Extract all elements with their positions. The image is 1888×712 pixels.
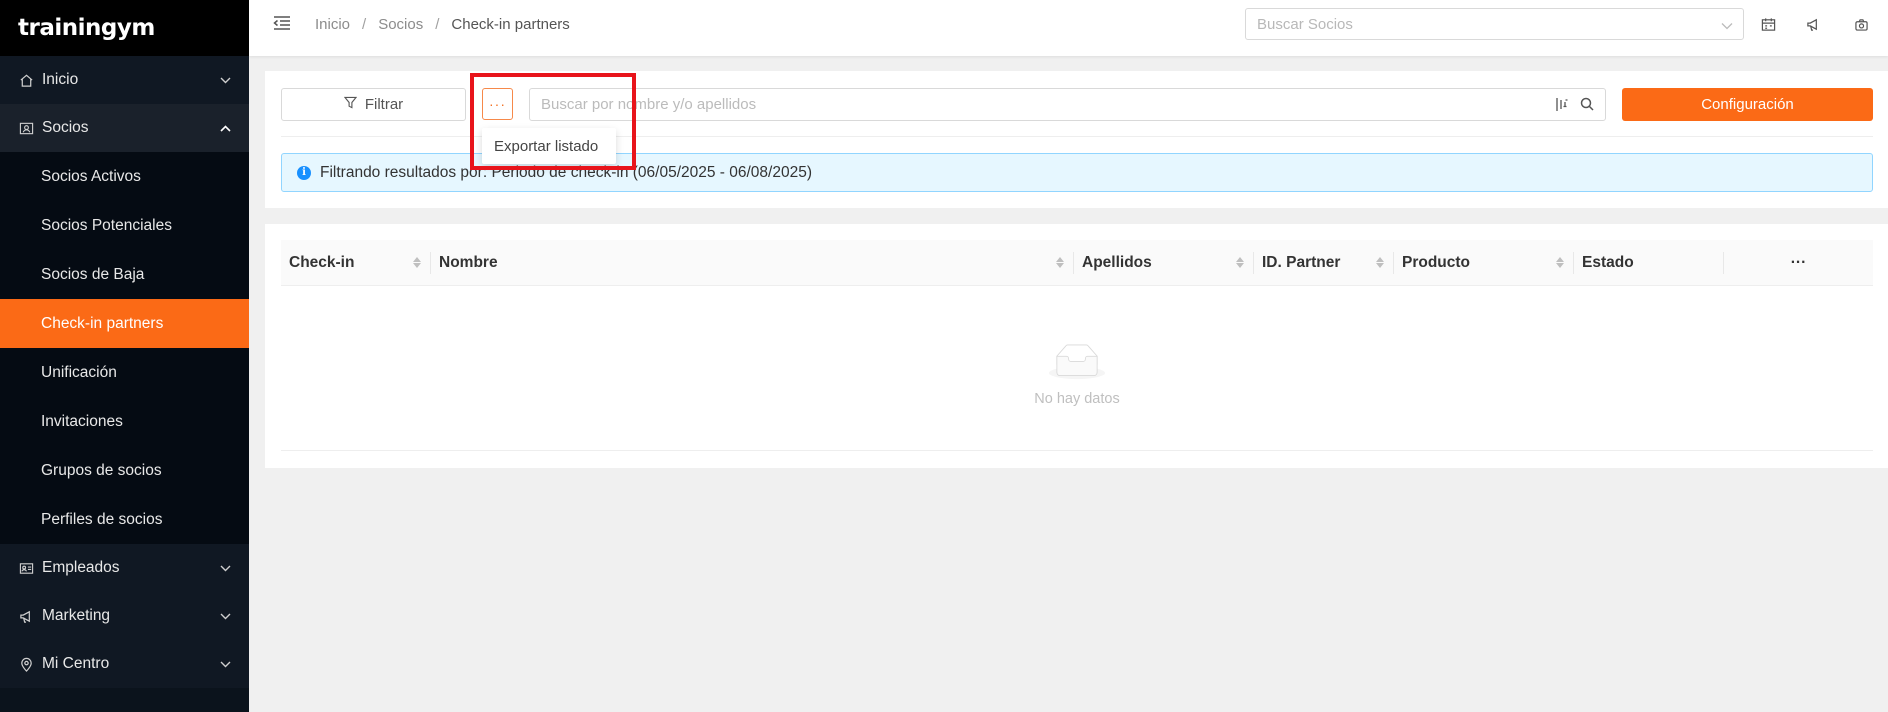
top-bar: Inicio / Socios / Check-in partners Busc… [249,0,1888,56]
sidebar-item-marketing[interactable]: Marketing [0,592,249,640]
column-header-estado: Estado [1574,240,1724,286]
sidebar-item-inicio[interactable]: Inicio [0,56,249,104]
sidebar-item-label: Inicio [42,71,79,88]
search-icon[interactable] [1580,97,1594,115]
empty-state-text: No hay datos [1034,391,1120,407]
breadcrumb-current: Check-in partners [451,16,570,33]
chevron-down-icon [220,607,231,625]
user-avatar-icon[interactable] [1852,15,1870,33]
member-card-icon [18,120,34,136]
sidebar-item-label: Empleados [42,559,120,576]
sidebar-item-grupos-de-socios[interactable]: Grupos de socios [0,446,249,495]
column-header-apellidos[interactable]: Apellidos [1074,240,1254,286]
empty-state: No hay datos [281,286,1873,451]
sidebar-item-perfiles-de-socios[interactable]: Perfiles de socios [0,495,249,544]
highlight-box [470,73,636,170]
sidebar-item-empleados[interactable]: Empleados [0,544,249,592]
sidebar-item-label: Grupos de socios [41,461,162,479]
sidebar-item-label: Socios de Baja [41,265,145,283]
sort-icon [1556,257,1564,268]
chevron-down-icon [220,655,231,673]
menu-fold-icon[interactable] [273,15,293,35]
breadcrumb-separator: / [362,16,367,33]
sidebar-item-label: Socios Potenciales [41,216,172,234]
member-search-select[interactable]: Buscar Socios [1245,8,1744,40]
sidebar-item-socios-activos[interactable]: Socios Activos [0,152,249,201]
sidebar-item-socios-potenciales[interactable]: Socios Potenciales [0,201,249,250]
member-search-placeholder: Buscar Socios [1257,15,1353,33]
filter-button[interactable]: Filtrar [281,88,466,121]
column-header-label: ID. Partner [1262,254,1341,271]
socios-submenu: Socios Activos Socios Potenciales Socios… [0,152,249,544]
sidebar-item-label: Perfiles de socios [41,510,163,528]
sort-icon [1236,257,1244,268]
location-pin-icon [18,656,34,672]
empty-inbox-icon [1049,344,1105,380]
sidebar-item-socios[interactable]: Socios [0,104,249,152]
column-header-id-partner[interactable]: ID. Partner [1254,240,1394,286]
sidebar-item-unificacion[interactable]: Unificación [0,348,249,397]
column-header-label: Nombre [439,254,498,271]
sidebar-item-label: Check-in partners [41,314,164,332]
column-header-producto[interactable]: Producto [1394,240,1574,286]
sidebar-item-label: Unificación [41,363,117,381]
filter-button-label: Filtrar [364,96,404,113]
chevron-up-icon [220,119,231,137]
home-icon [18,72,34,88]
id-card-icon [18,560,34,576]
column-header-label: Check-in [289,254,355,271]
sidebar-item-label: Marketing [42,607,111,624]
table-header: Check-in Nombre Apellidos ID. Partner Pr… [281,240,1873,286]
column-header-check-in[interactable]: Check-in [281,240,431,286]
check-in-table: Check-in Nombre Apellidos ID. Partner Pr… [265,224,1888,468]
advanced-search-icon[interactable] [1555,97,1569,116]
breadcrumb-inicio[interactable]: Inicio [315,16,350,33]
sidebar-item-mi-centro[interactable]: Mi Centro [0,640,249,688]
sidebar-item-label: Socios Activos [41,167,141,185]
breadcrumb-socios[interactable]: Socios [378,16,423,33]
sort-icon [1376,257,1384,268]
sidebar: trainingym Inicio Socios Socios Activos … [0,0,249,712]
column-header-label: Estado [1582,254,1634,271]
sort-icon [1056,257,1064,268]
chevron-down-icon [220,559,231,577]
sidebar-item-label: Socios [42,119,89,136]
name-search-input[interactable]: Buscar por nombre y/o apellidos [529,88,1606,121]
megaphone-icon[interactable] [1804,15,1822,33]
column-header-label: Producto [1402,254,1471,271]
configuration-button[interactable]: Configuración [1622,88,1873,121]
sort-icon [413,257,421,268]
info-icon: i [297,165,311,180]
sidebar-item-label: Invitaciones [41,412,123,430]
column-header-nombre[interactable]: Nombre [431,240,1074,286]
sidebar-item-label: Mi Centro [42,655,110,672]
breadcrumb-separator: / [435,16,440,33]
sidebar-item-socios-de-baja[interactable]: Socios de Baja [0,250,249,299]
calendar-icon[interactable] [1759,15,1777,33]
column-header-label: Apellidos [1082,254,1152,271]
brand-logo[interactable]: trainingym [0,0,249,56]
megaphone-icon [18,608,34,624]
filter-icon [343,96,358,113]
chevron-down-icon [220,71,231,89]
sidebar-item-check-in-partners[interactable]: Check-in partners [0,299,249,348]
breadcrumb: Inicio / Socios / Check-in partners [315,16,570,33]
sidebar-item-invitaciones[interactable]: Invitaciones [0,397,249,446]
column-options-button[interactable]: ··· [1724,240,1873,286]
chevron-down-icon [1721,17,1733,34]
